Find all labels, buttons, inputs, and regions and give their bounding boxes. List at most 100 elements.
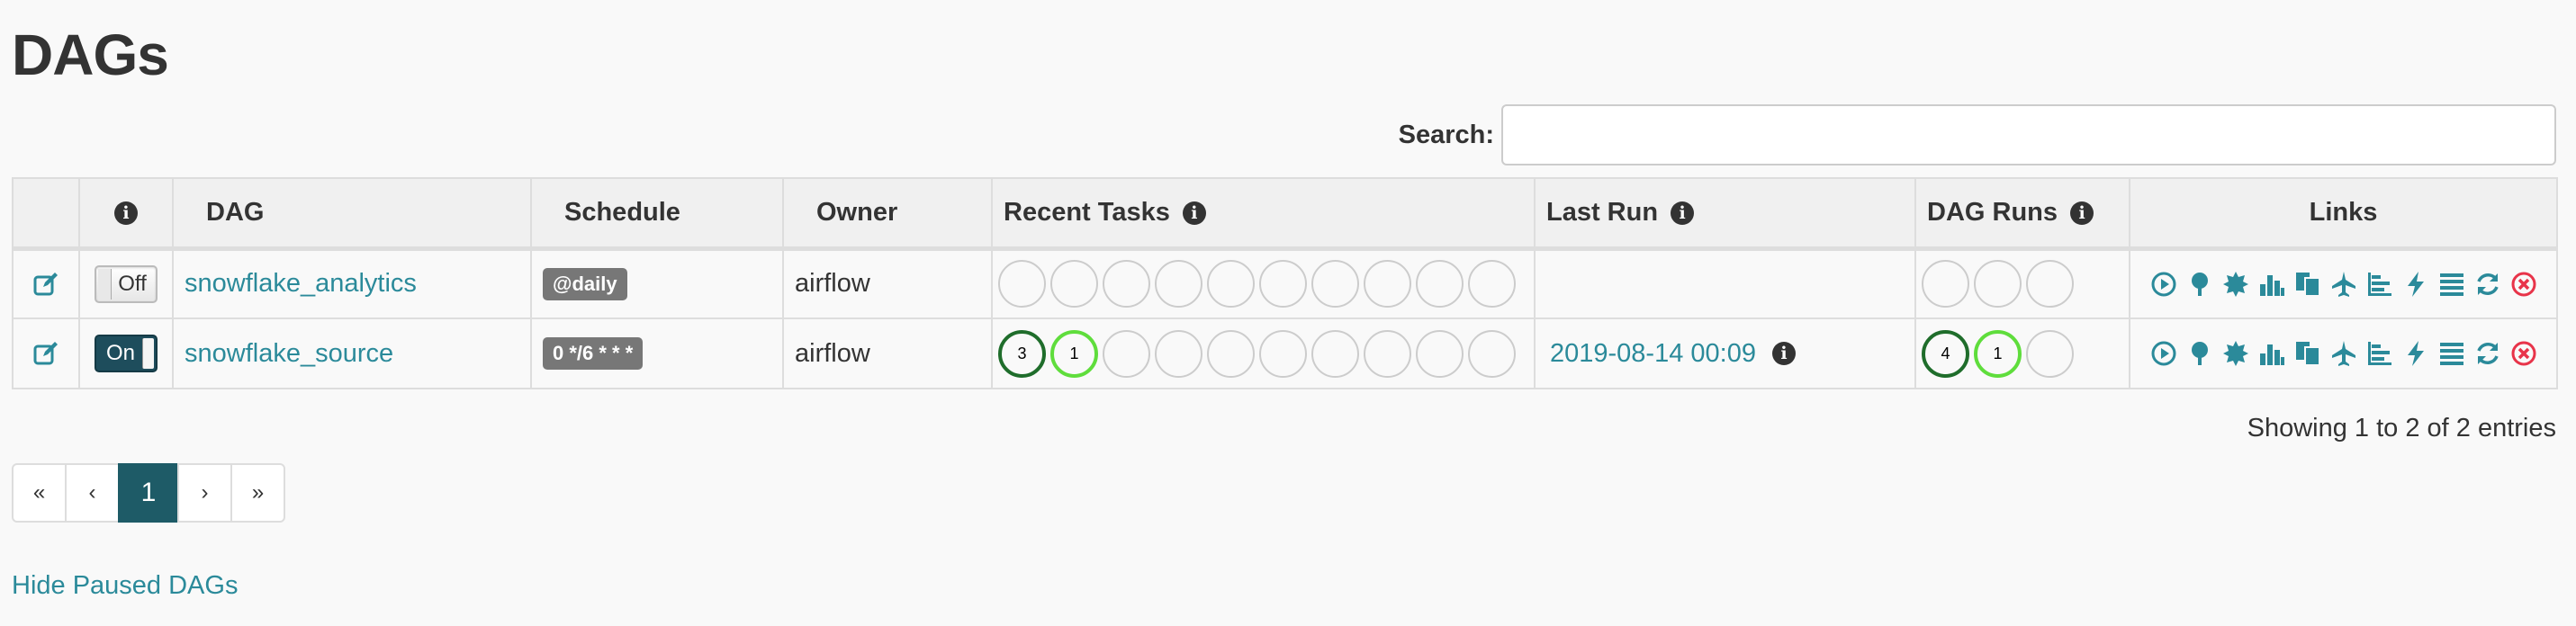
links-cell [2129,247,2558,319]
toggle-label: Off [118,271,147,296]
info-icon[interactable]: i [1771,342,1796,365]
first-page-button[interactable]: « [12,463,67,523]
recent-tasks-circles: 3 1 [998,329,1523,378]
trigger-dag-icon[interactable] [2150,340,2177,367]
task-duration-icon[interactable] [2258,340,2285,367]
search-input[interactable] [1501,104,2556,165]
dag-column-header[interactable]: DAG [172,177,532,251]
task-state-circle[interactable] [1259,260,1307,309]
graph-view-icon[interactable] [2222,340,2249,367]
table-row: On snowflake_source 0 */6 * * * airflow … [12,317,2558,389]
dag-id-cell: snowflake_analytics [172,247,532,319]
task-state-circle[interactable]: 1 [1050,329,1098,378]
pagination: « ‹ 1 › » [12,463,285,523]
toggle-label: On [105,341,135,365]
dag-run-state-circle[interactable] [2026,260,2074,309]
task-state-circle[interactable] [1364,329,1411,378]
dag-runs-circles: 4 1 [1922,329,2118,378]
edit-cell [12,247,80,319]
info-icon: i [2070,201,2094,225]
dag-id-link[interactable]: snowflake_analytics [185,269,417,298]
task-state-circle[interactable] [1103,329,1150,378]
search-label: Search: [1398,120,1494,149]
task-state-circle[interactable] [1364,260,1411,309]
dag-id-cell: snowflake_source [172,317,532,389]
dag-run-state-circle[interactable] [1922,260,1969,309]
task-state-circle[interactable] [1103,260,1150,309]
next-page-button[interactable]: › [177,463,232,523]
task-state-circle[interactable] [1155,260,1202,309]
gantt-icon[interactable] [2366,271,2393,298]
refresh-icon[interactable] [2474,271,2501,298]
delete-icon[interactable] [2510,340,2537,367]
toggle-cell: On [78,317,174,389]
dag-run-state-circle[interactable] [2026,329,2074,378]
landing-times-icon[interactable] [2330,340,2357,367]
toggle-cell: Off [78,247,174,319]
code-view-icon[interactable] [2402,271,2429,298]
schedule-badge: 0 */6 * * * [543,337,644,370]
page-title: DAGs [12,22,169,87]
trigger-dag-icon[interactable] [2150,271,2177,298]
task-state-circle[interactable] [998,260,1046,309]
dag-runs-cell: 4 1 [1914,317,2130,389]
info-column-header: i [78,177,174,251]
gantt-icon[interactable] [2366,340,2393,367]
links-group [2141,271,2545,298]
dag-runs-circles [1922,260,2118,309]
dag-runs-header-label: DAG Runs [1927,197,2058,227]
landing-times-icon[interactable] [2330,271,2357,298]
task-state-circle[interactable] [1416,260,1464,309]
dag-run-state-circle[interactable] [1974,260,2022,309]
edit-cell [12,317,80,389]
task-state-circle[interactable] [1050,260,1098,309]
previous-page-button[interactable]: ‹ [65,463,120,523]
recent-tasks-cell [991,247,1536,319]
refresh-icon[interactable] [2474,340,2501,367]
task-state-circle[interactable] [1259,329,1307,378]
task-duration-icon[interactable] [2258,271,2285,298]
dag-id-link[interactable]: snowflake_source [185,339,393,368]
entries-info: Showing 1 to 2 of 2 entries [2247,414,2556,443]
pause-toggle[interactable]: On [95,335,158,372]
pause-toggle[interactable]: Off [95,264,158,303]
dag-run-state-circle[interactable]: 1 [1974,329,2022,378]
task-state-circle[interactable] [1416,329,1464,378]
task-state-circle[interactable] [1468,260,1516,309]
links-column-header: Links [2129,177,2558,251]
table-header-row: i DAG Schedule Owner Recent Tasks i Last… [12,177,2558,251]
edit-column-header [12,177,80,251]
schedule-column-header[interactable]: Schedule [530,177,784,251]
last-run-link[interactable]: 2019-08-14 00:09 [1550,339,1756,369]
hide-paused-dags-link[interactable]: Hide Paused DAGs [12,571,238,601]
task-state-circle[interactable] [1468,329,1516,378]
owner-column-header[interactable]: Owner [782,177,993,251]
task-state-circle[interactable] [1311,329,1359,378]
schedule-cell: @daily [530,247,784,319]
current-page-button[interactable]: 1 [118,463,179,523]
task-state-circle[interactable] [1207,329,1255,378]
task-state-circle[interactable] [1311,260,1359,309]
tree-view-icon[interactable] [2186,340,2213,367]
recent-tasks-circles [998,260,1523,309]
task-tries-icon[interactable] [2294,340,2321,367]
delete-icon[interactable] [2510,271,2537,298]
links-cell [2129,317,2558,389]
task-state-circle[interactable]: 3 [998,329,1046,378]
code-view-icon[interactable] [2402,340,2429,367]
task-tries-icon[interactable] [2294,271,2321,298]
edit-icon[interactable] [32,340,59,367]
links-group [2141,340,2545,367]
edit-icon[interactable] [32,271,59,298]
task-state-circle[interactable] [1155,329,1202,378]
last-run-header-label: Last Run [1546,197,1659,227]
logs-icon[interactable] [2438,271,2465,298]
dag-run-state-circle[interactable]: 4 [1922,329,1969,378]
task-state-circle[interactable] [1207,260,1255,309]
table-row: Off snowflake_analytics @daily airflow [12,247,2558,319]
tree-view-icon[interactable] [2186,271,2213,298]
recent-tasks-header-label: Recent Tasks [1004,197,1170,227]
graph-view-icon[interactable] [2222,271,2249,298]
last-page-button[interactable]: » [230,463,285,523]
logs-icon[interactable] [2438,340,2465,367]
